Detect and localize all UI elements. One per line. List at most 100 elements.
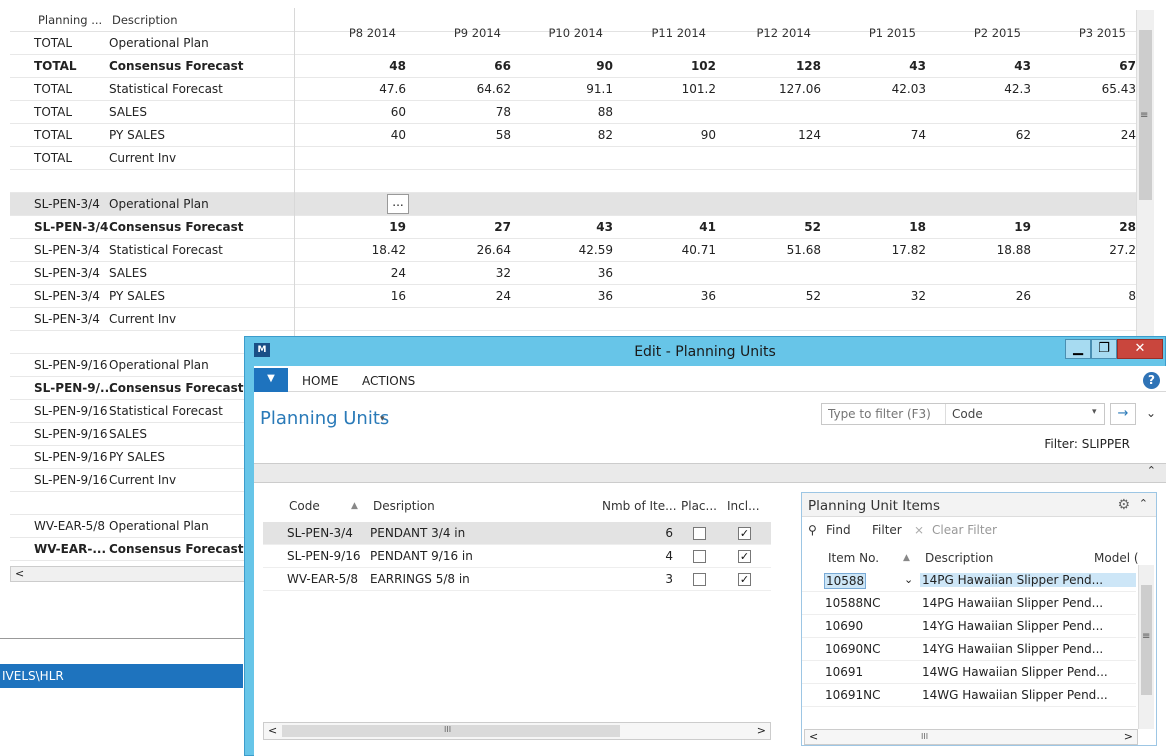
included-checkbox[interactable]: ✓ — [738, 573, 751, 586]
cell-value[interactable]: 101.2 — [636, 82, 716, 96]
clear-filter-button[interactable]: Clear Filter — [932, 523, 997, 537]
cell-value[interactable]: 36 — [533, 266, 613, 280]
tab-actions[interactable]: ACTIONS — [362, 374, 415, 388]
cell-value[interactable]: 17.82 — [846, 243, 926, 257]
col-nmb-items[interactable]: Nmb of Ite... — [602, 499, 677, 513]
cell-value[interactable]: 67 — [1056, 59, 1136, 73]
grid-row[interactable] — [10, 170, 1136, 193]
cell-value[interactable]: 51.68 — [741, 243, 821, 257]
cell-value[interactable]: 27 — [431, 220, 511, 234]
included-checkbox[interactable]: ✓ — [738, 527, 751, 540]
grid-row[interactable]: SL-PEN-3/4 Operational Plan — [10, 193, 1136, 216]
cell-value[interactable]: 91.1 — [533, 82, 613, 96]
cell-value[interactable]: 128 — [741, 59, 821, 73]
cell-value[interactable]: 28 — [1056, 220, 1136, 234]
col-placeholder[interactable]: Plac... — [681, 499, 717, 513]
item-no[interactable]: 10588 — [824, 573, 867, 589]
help-icon[interactable]: ? — [1143, 372, 1160, 389]
grid-row[interactable]: TOTAL PY SALES 40 58 82 90 124 74 62 24 — [10, 124, 1136, 147]
chevron-down-icon[interactable]: ▾ — [1092, 407, 1097, 417]
item-no[interactable]: 10691NC — [824, 688, 882, 702]
cell-value[interactable]: 24 — [1056, 128, 1136, 142]
list-item[interactable]: WV-EAR-5/8 EARRINGS 5/8 in 3 ✓ — [263, 568, 771, 591]
page-menu-chevron-icon[interactable]: ▾ — [380, 414, 385, 424]
cell-value[interactable]: 24 — [431, 289, 511, 303]
cell-value[interactable]: 42.59 — [533, 243, 613, 257]
cell-value[interactable]: 18.88 — [951, 243, 1031, 257]
item-no[interactable]: 10588NC — [824, 596, 882, 610]
gear-icon[interactable]: ⚙ — [1117, 497, 1130, 513]
list-horizontal-scrollbar[interactable]: < III > — [263, 722, 771, 740]
scroll-right-icon[interactable]: > — [757, 724, 766, 737]
col-description[interactable]: Description — [925, 551, 993, 565]
collapse-bar[interactable]: ⌃ — [254, 463, 1166, 483]
cell-value[interactable]: 64.62 — [431, 82, 511, 96]
col-description[interactable]: Desription — [373, 499, 435, 513]
grid-row[interactable]: TOTAL Consensus Forecast 48 66 90 102 128 43 43 6… — [10, 55, 1136, 78]
scroll-left-icon[interactable]: < — [809, 730, 818, 743]
placeholder-checkbox[interactable] — [693, 550, 706, 563]
cell-value[interactable]: 41 — [636, 220, 716, 234]
cell-value[interactable]: 26.64 — [431, 243, 511, 257]
cell-value[interactable]: 124 — [741, 128, 821, 142]
tab-home[interactable]: HOME — [302, 374, 338, 388]
collapse-chevron-icon[interactable]: ⌃ — [1147, 464, 1156, 477]
find-button[interactable]: Find — [826, 523, 851, 537]
cell-value[interactable]: 82 — [533, 128, 613, 142]
cell-value[interactable]: 40.71 — [636, 243, 716, 257]
dropdown-chevron-icon[interactable]: ⌄ — [904, 573, 913, 586]
col-model[interactable]: Model ( — [1094, 551, 1139, 565]
cell-value[interactable]: 78 — [431, 105, 511, 119]
cell-value[interactable]: 24 — [326, 266, 406, 280]
col-code[interactable]: Code — [289, 499, 320, 513]
cell-value[interactable]: 66 — [431, 59, 511, 73]
item-no[interactable]: 10691 — [824, 665, 864, 679]
cell-value[interactable]: 60 — [326, 105, 406, 119]
cell-value[interactable]: 127.06 — [741, 82, 821, 96]
table-row[interactable]: 10588 14PG Hawaiian Slipper Pend... ⌄ — [802, 569, 1136, 592]
item-no[interactable]: 10690 — [824, 619, 864, 633]
items-vertical-scrollbar[interactable]: ≡ — [1138, 565, 1154, 729]
table-row[interactable]: 10690NC 14YG Hawaiian Slipper Pend... — [802, 638, 1136, 661]
cell-value[interactable]: 19 — [951, 220, 1031, 234]
cell-value[interactable]: 65.43 — [1056, 82, 1136, 96]
cell-value[interactable]: 19 — [326, 220, 406, 234]
close-button[interactable]: ✕ — [1117, 339, 1163, 359]
table-row[interactable]: 10691NC 14WG Hawaiian Slipper Pend... — [802, 684, 1136, 707]
item-no[interactable]: 10690NC — [824, 642, 882, 656]
maximize-button[interactable]: ❐ — [1091, 339, 1117, 359]
items-horizontal-scrollbar[interactable]: < III > — [804, 729, 1138, 745]
cell-value[interactable]: 90 — [636, 128, 716, 142]
cell-value[interactable]: 32 — [846, 289, 926, 303]
cell-value[interactable]: 26 — [951, 289, 1031, 303]
cell-value[interactable]: 8 — [1056, 289, 1136, 303]
col-description[interactable]: Description — [112, 13, 178, 27]
cell-value[interactable]: 58 — [431, 128, 511, 142]
collapse-chevron-icon[interactable]: ⌃ — [1139, 497, 1148, 510]
grid-row[interactable]: TOTAL Current Inv — [10, 147, 1136, 170]
list-item[interactable]: SL-PEN-9/16 PENDANT 9/16 in 4 ✓ — [263, 545, 771, 568]
file-menu-button[interactable]: ▼ — [254, 368, 288, 392]
cell-value[interactable]: 52 — [741, 220, 821, 234]
cell-value[interactable]: 102 — [636, 59, 716, 73]
cell-value[interactable]: 48 — [326, 59, 406, 73]
list-item[interactable]: SL-PEN-3/4 PENDANT 3/4 in 6 ✓ — [263, 522, 771, 545]
cell-value[interactable]: 90 — [533, 59, 613, 73]
cell-value[interactable]: 43 — [846, 59, 926, 73]
cell-value[interactable]: 18 — [846, 220, 926, 234]
scroll-right-icon[interactable]: > — [1124, 730, 1133, 743]
grid-row[interactable]: SL-PEN-3/4 Statistical Forecast 18.42 26.64… — [10, 239, 1136, 262]
grid-row[interactable]: TOTAL SALES 60 78 88 — [10, 101, 1136, 124]
grid-row[interactable]: TOTAL Operational Plan — [10, 32, 1136, 55]
cell-value[interactable]: 36 — [636, 289, 716, 303]
minimize-button[interactable]: ▁ — [1065, 339, 1091, 359]
grid-row[interactable]: SL-PEN-3/4 SALES 24 32 36 — [10, 262, 1136, 285]
cell-value[interactable]: 18.42 — [326, 243, 406, 257]
grid-row[interactable]: SL-PEN-3/4 PY SALES 16 24 36 36 52 32 26 8 — [10, 285, 1136, 308]
col-item-no[interactable]: Item No. — [828, 551, 879, 565]
filter-button[interactable]: Filter — [872, 523, 902, 537]
cell-value[interactable]: 42.3 — [951, 82, 1031, 96]
placeholder-checkbox[interactable] — [693, 527, 706, 540]
grid-horizontal-scrollbar[interactable]: < — [10, 566, 246, 582]
grid-row[interactable]: SL-PEN-3/4 Consensus Forecast 19 27 43 41 52 18… — [10, 216, 1136, 239]
